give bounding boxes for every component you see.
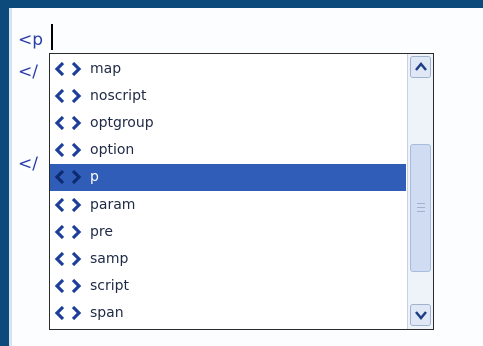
html-tag-icon bbox=[54, 250, 84, 268]
autocomplete-item[interactable]: script bbox=[50, 273, 406, 300]
html-tag-icon bbox=[54, 196, 84, 214]
scroll-up-button[interactable] bbox=[410, 56, 431, 78]
autocomplete-item-label: option bbox=[90, 142, 135, 159]
scroll-down-button[interactable] bbox=[410, 304, 431, 326]
scroll-thumb[interactable] bbox=[410, 144, 431, 272]
html-tag-icon bbox=[54, 60, 84, 78]
html-tag-icon bbox=[54, 223, 84, 241]
html-tag-icon bbox=[54, 277, 84, 295]
code-line-2[interactable]: </ bbox=[18, 62, 38, 82]
autocomplete-item[interactable]: samp bbox=[50, 245, 406, 272]
autocomplete-item-label: span bbox=[90, 305, 124, 322]
code-line-1[interactable]: <p bbox=[18, 30, 43, 50]
autocomplete-item-label: map bbox=[90, 60, 122, 77]
autocomplete-item-label: p bbox=[90, 169, 99, 186]
autocomplete-item-label: noscript bbox=[90, 87, 147, 104]
autocomplete-item[interactable]: noscript bbox=[50, 82, 406, 109]
autocomplete-item[interactable]: pre bbox=[50, 218, 406, 245]
html-tag-icon bbox=[54, 114, 84, 132]
autocomplete-item-label: samp bbox=[90, 250, 129, 267]
autocomplete-item[interactable]: map bbox=[50, 55, 406, 82]
text-cursor bbox=[51, 24, 53, 50]
autocomplete-item-label: script bbox=[90, 278, 130, 295]
autocomplete-list[interactable]: map noscript optgroup option p param pre samp sc… bbox=[50, 54, 406, 329]
html-tag-icon bbox=[54, 168, 84, 186]
autocomplete-item-label: param bbox=[90, 196, 136, 213]
vertical-scrollbar[interactable] bbox=[407, 54, 433, 329]
chevron-down-icon bbox=[415, 311, 427, 320]
html-tag-icon bbox=[54, 304, 84, 322]
chevron-up-icon bbox=[415, 62, 427, 71]
autocomplete-item[interactable]: option bbox=[50, 137, 406, 164]
window-frame-top bbox=[0, 0, 483, 8]
autocomplete-item[interactable]: span bbox=[50, 300, 406, 327]
autocomplete-item[interactable]: param bbox=[50, 191, 406, 218]
html-tag-icon bbox=[54, 87, 84, 105]
html-tag-icon bbox=[54, 141, 84, 159]
autocomplete-item[interactable]: p bbox=[50, 163, 406, 191]
autocomplete-popup[interactable]: map noscript optgroup option p param pre samp sc… bbox=[49, 53, 434, 330]
autocomplete-item-label: optgroup bbox=[90, 114, 154, 131]
code-line-3[interactable]: </ bbox=[18, 154, 38, 174]
autocomplete-item[interactable]: optgroup bbox=[50, 109, 406, 136]
window-frame-left bbox=[0, 0, 9, 346]
autocomplete-item-label: pre bbox=[90, 223, 113, 240]
